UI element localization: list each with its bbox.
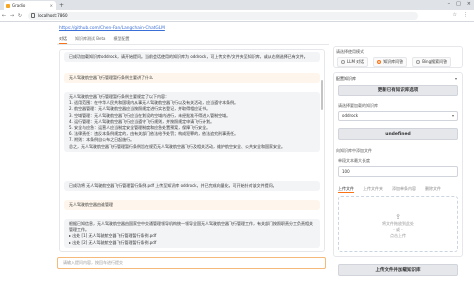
address-bar-icons: ☆ ⋮ — [453, 12, 468, 18]
update-kb-button[interactable]: 更新已有知识库选项 — [338, 85, 458, 96]
bot-message: 已成功将 无人驾驶航空器飞行管理暂行条例.pdf 上传至知识库 oddrock，… — [64, 181, 320, 192]
upload-and-load-button[interactable]: 上传文件并加载知识库 — [338, 264, 458, 276]
app-tabs: 对话 知识库测试 Beta 模型配置 — [59, 36, 130, 44]
tab-delete-file[interactable]: 删除文件 — [425, 186, 441, 193]
chat-scrollbar[interactable] — [321, 80, 323, 110]
mode-option-label: LLM 对话 — [347, 59, 365, 64]
bot-message: 已成功加载知识库oddrock，请开始提问。当前会话使用的知识库为 oddroc… — [64, 52, 320, 63]
kb-select[interactable]: oddrock ▾ — [338, 111, 458, 121]
user-message: 无人驾驶航空器飞行管理暂行条例主要讲了什么 — [64, 73, 320, 84]
new-tab-icon[interactable]: + — [59, 1, 64, 10]
user-message: 无人驾驶航空器由谁管理 — [64, 200, 320, 211]
browser-tab-title: Gradio — [12, 3, 26, 8]
kb-select-value: oddrock — [342, 113, 359, 118]
mode-radio-group: LLM 对话 知识库问答 Bing搜索问答 — [337, 57, 452, 67]
mode-label: 请选择使用模式 — [336, 49, 364, 54]
reload-icon[interactable]: ↻ — [16, 13, 24, 19]
tab-chat[interactable]: 对话 — [59, 36, 67, 44]
chevron-down-icon: ▾ — [451, 113, 454, 118]
message-line: 无人驾驶航空器由谁管理 — [69, 202, 113, 207]
file-label: 向知识库中添加文件 — [336, 148, 372, 153]
radio-dot — [341, 60, 345, 64]
undefined-button[interactable]: undefined — [338, 128, 458, 140]
message-line: 已成功将 无人驾驶航空器飞行管理暂行条例.pdf 上传至知识库 oddrock，… — [69, 183, 277, 188]
mode-option-label: 知识库问答 — [383, 59, 404, 64]
tab-kb-test[interactable]: 知识库测试 Beta — [75, 36, 106, 44]
chunk-length-input[interactable]: 100 — [338, 166, 458, 177]
radio-dot — [416, 60, 421, 64]
tab-close-icon[interactable]: × — [50, 1, 53, 10]
url-text: localhost:7860 — [38, 12, 68, 18]
window-controls: – □ × — [448, 1, 471, 7]
upload-icon: ⇪ — [395, 213, 401, 221]
close-window-icon[interactable]: × — [467, 1, 471, 7]
bookmark-star-icon[interactable]: ☆ — [453, 12, 457, 18]
tab-model-config[interactable]: 模型配置 — [114, 36, 130, 44]
mode-radio-llm[interactable]: LLM 对话 — [337, 57, 369, 67]
chevron-down-icon[interactable]: ▾ — [455, 76, 457, 81]
question-input[interactable]: 请输入提问内容，按回车进行提交 — [57, 257, 326, 269]
tab-upload-folder[interactable]: 上传文件夹 — [363, 186, 383, 193]
message-line[interactable]: ▸ 出处 [2] 无人驾驶航空器飞行管理暂行条例.pdf — [69, 240, 315, 246]
back-icon[interactable]: ← — [0, 13, 8, 19]
bot-message: 无人驾驶航空器飞行管理暂行条例主要规定了以下内容： 1. 适用范围：在中华人民共和… — [64, 92, 320, 152]
tab-add-content[interactable]: 添加单条内容 — [392, 186, 416, 193]
message-line: 根据已知信息，无人驾驶航空器由国家空中交通管理领导机构统一领导全国无人驾驶航空器… — [69, 221, 313, 233]
tab-strip: Gradio × + — [0, 0, 474, 10]
message-line: 已成功加载知识库oddrock，请开始提问。当前会话使用的知识库为 oddroc… — [69, 54, 308, 59]
message-line: 总之，无人驾驶航空器飞行管理暂行条例旨在规范无人驾驶航空器飞行及相关活动，维护航… — [69, 143, 285, 149]
mode-option-label: Bing搜索问答 — [422, 59, 448, 64]
url-field[interactable]: localhost:7860 — [28, 11, 418, 20]
mode-radio-kb[interactable]: 知识库问答 — [373, 57, 408, 67]
minimize-icon[interactable]: – — [448, 1, 451, 7]
address-bar: ← → ↻ localhost:7860 ☆ ⋮ — [0, 10, 474, 22]
kb-accordion-title[interactable]: 配置知识库 — [336, 76, 356, 82]
browser-tab[interactable]: Gradio × — [4, 1, 56, 10]
message-line: 无人驾驶航空器飞行管理暂行条例主要讲了什么 — [69, 75, 153, 80]
browser-menu-icon[interactable]: ⋮ — [463, 12, 468, 18]
tabs-divider — [57, 44, 329, 45]
radio-dot — [377, 60, 382, 64]
tab-upload-file[interactable]: 上传文件 — [338, 186, 354, 193]
kb-select-label: 请选择要加载的知识库 — [338, 103, 378, 108]
dropzone-line-3: 点击上传 — [390, 233, 406, 238]
gradio-favicon-icon — [6, 3, 10, 8]
mode-radio-bing[interactable]: Bing搜索问答 — [412, 57, 452, 67]
github-link[interactable]: https://github.com/Chen-Fan/Langchain-Ch… — [59, 26, 165, 31]
forward-icon[interactable]: → — [8, 13, 16, 19]
maximize-icon[interactable]: □ — [456, 1, 461, 7]
chatbot-panel[interactable]: 已成功加载知识库oddrock，请开始提问。当前会话使用的知识库为 oddroc… — [59, 49, 325, 252]
upload-tabs: 上传文件 上传文件夹 添加单条内容 删除文件 — [338, 186, 441, 193]
info-icon[interactable] — [31, 13, 35, 18]
chunk-length-label: 单段文本最大长度 — [338, 158, 370, 163]
file-dropzone[interactable]: ⇪ 将文件拖放到此处 - 或 - 点击上传 — [338, 196, 458, 252]
bot-message: 根据已知信息，无人驾驶航空器由国家空中交通管理领导机构统一领导全国无人驾驶航空器… — [64, 219, 320, 248]
